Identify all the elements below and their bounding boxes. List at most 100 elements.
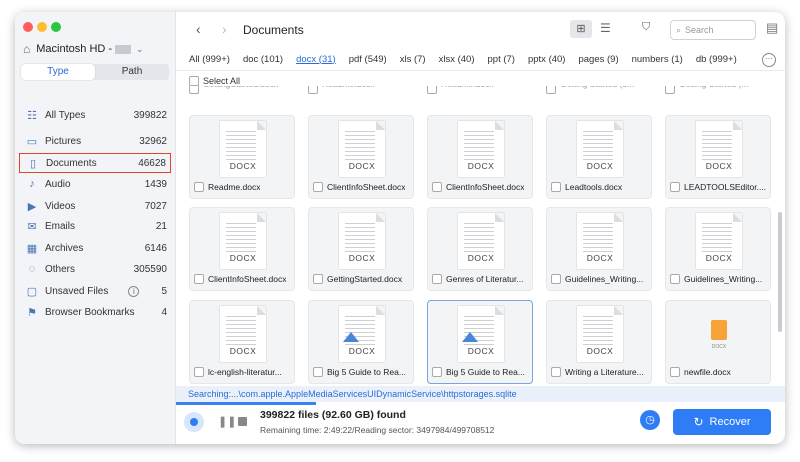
tab-8[interactable]: pages (9): [578, 54, 618, 65]
file-card[interactable]: DOCX Big 5 Guide to Rea...: [308, 300, 414, 384]
pause-icon[interactable]: ❚❚: [218, 415, 236, 428]
file-name-row: Guidelines_Writing...: [551, 274, 651, 284]
minimize-window-button[interactable]: [37, 22, 47, 32]
file-card[interactable]: DOCX Genres of Literatur...: [427, 207, 533, 291]
filter-icon[interactable]: ⛉: [642, 21, 650, 34]
forward-arrow-icon[interactable]: ›: [222, 21, 227, 37]
tab-5[interactable]: xlsx (40): [439, 54, 475, 65]
file-checkbox[interactable]: [551, 274, 561, 284]
list-view-icon[interactable]: ☰: [600, 21, 611, 35]
folder-title: Documents: [243, 23, 304, 37]
file-checkbox[interactable]: [313, 182, 323, 192]
sidebar-item-all-types[interactable]: ☷ All Types 399822: [19, 105, 171, 125]
tab-0[interactable]: All (999+): [189, 54, 230, 65]
sidebar-item-label: Unsaved Files: [45, 285, 109, 297]
sidebar-item-unsaved-files[interactable]: ▢ Unsaved Files i 5: [19, 281, 171, 301]
tab-1[interactable]: doc (101): [243, 54, 283, 65]
sidebar-item-browser-bookmarks[interactable]: ⚑ Browser Bookmarks 4: [19, 302, 171, 322]
partial-file-item[interactable]: GettingStarted.docx: [189, 86, 295, 94]
file-checkbox[interactable]: [313, 367, 323, 377]
file-type-tag: DOCX: [586, 253, 614, 263]
partial-file-item[interactable]: Getting Started (...: [665, 86, 771, 94]
file-checkbox[interactable]: [308, 86, 318, 94]
sidebar-item-archives[interactable]: ▦ Archives 6146: [19, 238, 171, 258]
file-checkbox[interactable]: [665, 86, 675, 94]
tab-7[interactable]: pptx (40): [528, 54, 566, 65]
sidebar-item-count: 21: [155, 220, 167, 232]
file-card[interactable]: DOCX Guidelines_Writing...: [665, 207, 771, 291]
file-checkbox[interactable]: [551, 367, 561, 377]
sidebar-item-audio[interactable]: ♪ Audio 1439: [19, 174, 171, 194]
path-tab[interactable]: Path: [95, 64, 169, 80]
file-card[interactable]: DOCX newfile.docx: [665, 300, 771, 384]
sidebar-item-others[interactable]: ◌ Others 305590: [19, 259, 171, 279]
partial-file-item[interactable]: Readme.docx: [427, 86, 533, 94]
disk-selector[interactable]: ⌂ Macintosh HD - ⌄: [23, 40, 173, 58]
file-card[interactable]: DOCX Writing a Literature...: [546, 300, 652, 384]
sidebar-item-label: All Types: [45, 109, 86, 121]
recover-button[interactable]: ↻ Recover: [673, 409, 771, 435]
select-all-checkbox[interactable]: [189, 76, 199, 86]
pages-file-icon: DOCX: [696, 306, 742, 362]
file-checkbox[interactable]: [194, 367, 204, 377]
more-options-icon[interactable]: ···: [762, 53, 776, 67]
tab-4[interactable]: xls (7): [400, 54, 426, 65]
close-window-button[interactable]: [23, 22, 33, 32]
search-icon: ⌕: [676, 24, 682, 35]
file-card[interactable]: DOCX Big 5 Guide to Rea...: [427, 300, 533, 384]
partial-file-item[interactable]: Getting Started (3...: [546, 86, 652, 94]
file-checkbox[interactable]: [546, 86, 556, 94]
file-checkbox[interactable]: [432, 367, 442, 377]
docx-thumbnail: DOCX: [339, 121, 385, 177]
partial-file-item[interactable]: Readme.docx: [308, 86, 414, 94]
file-card[interactable]: DOCX Leadtools.docx: [546, 115, 652, 199]
tab-2[interactable]: docx (31): [296, 54, 336, 65]
info-icon[interactable]: i: [128, 285, 140, 297]
file-card[interactable]: DOCX Guidelines_Writing...: [546, 207, 652, 291]
picture-icon: ▭: [26, 135, 38, 148]
type-tab[interactable]: Type: [21, 64, 95, 80]
file-type-tag: DOCX: [467, 346, 495, 356]
tab-9[interactable]: numbers (1): [632, 54, 683, 65]
file-card[interactable]: DOCX ClientInfoSheet.docx: [308, 115, 414, 199]
file-checkbox[interactable]: [670, 367, 680, 377]
sidebar-item-emails[interactable]: ✉ Emails 21: [19, 216, 171, 236]
file-name-row: LEADTOOLSEditor....: [670, 182, 770, 192]
file-card[interactable]: DOCX ClientInfoSheet.docx: [427, 115, 533, 199]
file-card[interactable]: DOCX ClientInfoSheet.docx: [189, 207, 295, 291]
sidebar-item-pictures[interactable]: ▭ Pictures 32962: [19, 131, 171, 151]
zoom-window-button[interactable]: [51, 22, 61, 32]
docx-thumbnail: DOCX: [339, 306, 385, 362]
tab-6[interactable]: ppt (7): [488, 54, 515, 65]
sidebar-item-documents[interactable]: ▯ Documents 46628: [19, 153, 171, 173]
file-checkbox[interactable]: [194, 274, 204, 284]
file-checkbox[interactable]: [670, 274, 680, 284]
clock-icon[interactable]: ◷: [640, 410, 660, 430]
file-card[interactable]: DOCX LEADTOOLSEditor....: [665, 115, 771, 199]
file-checkbox[interactable]: [670, 182, 680, 192]
docx-thumbnail: DOCX: [577, 213, 623, 269]
file-card[interactable]: DOCX GettingStarted.docx: [308, 207, 414, 291]
select-all[interactable]: Select All: [189, 76, 240, 86]
sidebar-item-label: Audio: [45, 178, 71, 190]
file-checkbox[interactable]: [189, 86, 199, 94]
file-checkbox[interactable]: [432, 274, 442, 284]
scrollbar[interactable]: [778, 212, 782, 332]
stop-icon[interactable]: [238, 417, 247, 426]
back-arrow-icon[interactable]: ‹: [196, 21, 201, 37]
file-checkbox[interactable]: [313, 274, 323, 284]
sidebar-item-videos[interactable]: ▶ Videos 7027: [19, 196, 171, 216]
search-field[interactable]: ⌕ Search: [670, 20, 756, 40]
grid-view-icon[interactable]: ⊞: [570, 20, 592, 38]
file-card[interactable]: DOCX Readme.docx: [189, 115, 295, 199]
video-icon: ▶: [27, 200, 37, 213]
file-checkbox[interactable]: [432, 182, 442, 192]
tab-3[interactable]: pdf (549): [349, 54, 387, 65]
tab-10[interactable]: db (999+): [696, 54, 737, 65]
file-card[interactable]: DOCX lc-english-literatur...: [189, 300, 295, 384]
file-checkbox[interactable]: [551, 182, 561, 192]
file-checkbox[interactable]: [194, 182, 204, 192]
preview-panel-icon[interactable]: ▤: [766, 20, 778, 36]
file-checkbox[interactable]: [427, 86, 437, 94]
document-icon: ▯: [29, 157, 37, 170]
